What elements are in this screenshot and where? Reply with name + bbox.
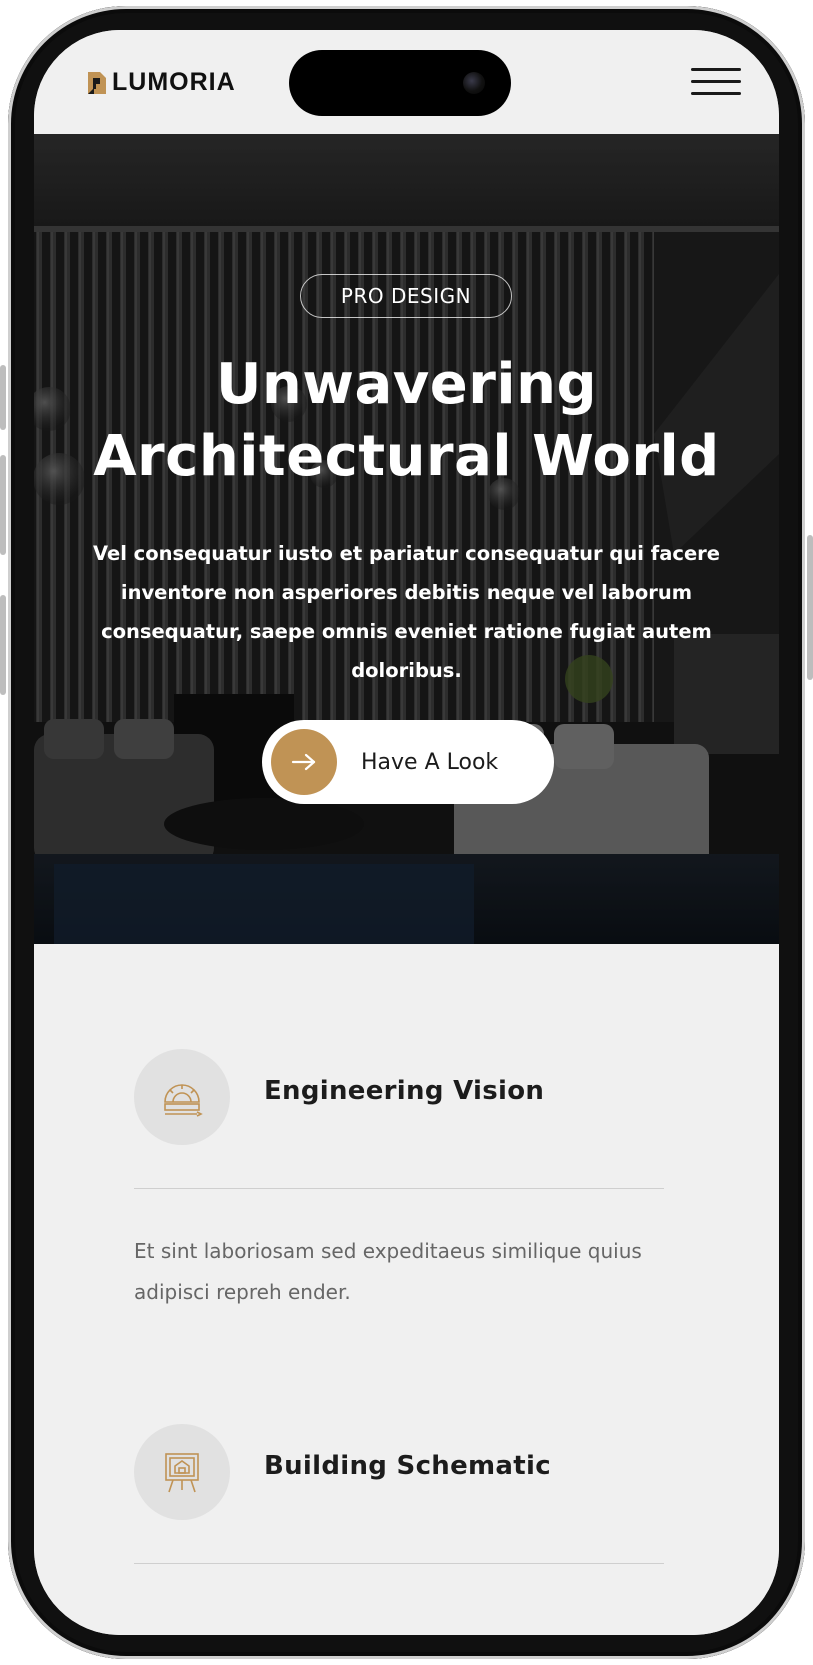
cta-label: Have A Look bbox=[361, 749, 499, 775]
hero-content: PRO DESIGN Unwavering Architectural Worl… bbox=[34, 134, 779, 944]
phone-mockup: LUMORIA PRO DESIGN Unwavering Architectu… bbox=[0, 0, 813, 1665]
features-section: Engineering Vision Et sint laboriosam se… bbox=[34, 944, 779, 1635]
action-button bbox=[0, 365, 6, 430]
dynamic-island bbox=[289, 50, 511, 116]
front-camera bbox=[463, 72, 485, 94]
volume-down-button bbox=[0, 595, 6, 695]
hamburger-menu-icon[interactable] bbox=[691, 66, 741, 98]
arrow-right-icon bbox=[271, 729, 337, 795]
site-header: LUMORIA bbox=[34, 30, 779, 134]
volume-up-button bbox=[0, 455, 6, 555]
brand-name: LUMORIA bbox=[112, 68, 236, 96]
power-button bbox=[807, 535, 813, 680]
feature-title: Building Schematic bbox=[264, 1451, 551, 1481]
feature-title: Engineering Vision bbox=[264, 1076, 545, 1106]
hero-title-line-1: Unwavering bbox=[215, 352, 598, 417]
blueprint-easel-icon bbox=[134, 1424, 230, 1520]
feature-description: Et sint laboriosam sed expeditaeus simil… bbox=[134, 1239, 642, 1304]
hero-tag: PRO DESIGN bbox=[300, 274, 512, 318]
brand-logo[interactable]: LUMORIA bbox=[86, 68, 236, 97]
hero-description: Vel consequatur iusto et pariatur conseq… bbox=[92, 542, 721, 682]
hero-title-line-2: Architectural World bbox=[93, 424, 720, 489]
logo-mark-icon bbox=[86, 70, 108, 96]
phone-screen: LUMORIA PRO DESIGN Unwavering Architectu… bbox=[34, 30, 779, 1635]
divider bbox=[134, 1563, 664, 1564]
protractor-ruler-icon bbox=[134, 1049, 230, 1145]
divider bbox=[134, 1188, 664, 1189]
hero-title: Unwavering Architectural World bbox=[34, 349, 779, 493]
have-a-look-button[interactable]: Have A Look bbox=[262, 720, 554, 804]
hero-section: PRO DESIGN Unwavering Architectural Worl… bbox=[34, 134, 779, 944]
